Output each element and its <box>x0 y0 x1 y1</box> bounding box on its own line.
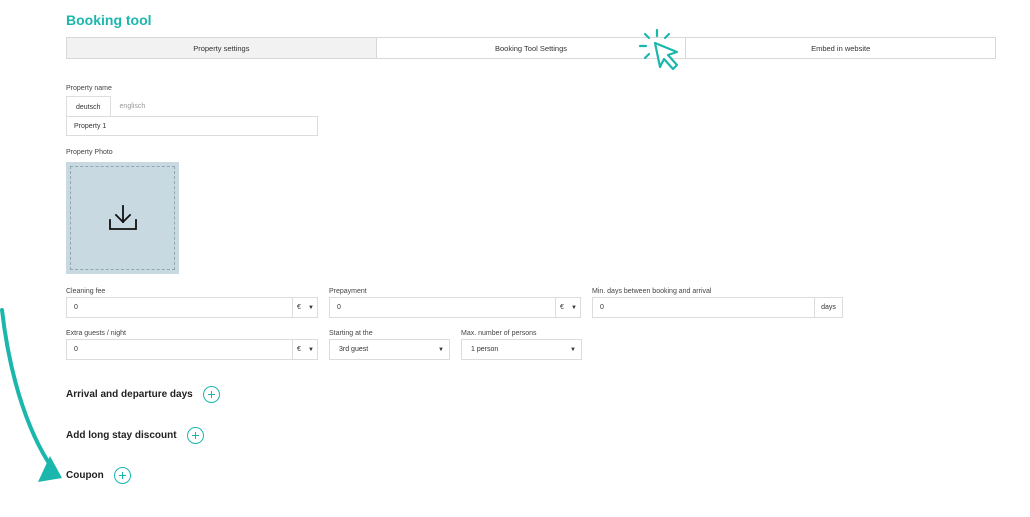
long-stay-title: Add long stay discount <box>66 429 177 441</box>
language-tabs: deutsch englisch <box>66 96 318 117</box>
max-persons-label: Max. number of persons <box>461 330 537 337</box>
add-long-stay-plus-icon[interactable] <box>186 426 204 444</box>
cleaning-fee-input[interactable]: 0 <box>66 297 293 318</box>
property-name-label: Property name <box>66 85 112 92</box>
max-persons-select[interactable]: 1 person ▼ <box>461 339 582 360</box>
prepayment-input[interactable]: 0 <box>329 297 556 318</box>
min-days-input[interactable]: 0 <box>592 297 815 318</box>
prepayment-label: Prepayment <box>329 288 367 295</box>
extra-guests-input[interactable]: 0 <box>66 339 293 360</box>
lang-tab-englisch[interactable]: englisch <box>111 96 155 116</box>
property-photo-label: Property Photo <box>66 149 113 156</box>
cleaning-fee-currency-select[interactable]: € ▼ <box>292 297 318 318</box>
starting-at-label: Starting at the <box>329 330 373 337</box>
add-arrival-departure-plus-icon[interactable] <box>202 385 220 403</box>
download-arrow-icon <box>109 205 137 230</box>
min-days-label: Min. days between booking and arrival <box>592 288 712 295</box>
page-title: Booking tool <box>66 12 152 28</box>
prepayment-currency-select[interactable]: € ▼ <box>555 297 581 318</box>
curved-arrow-icon <box>0 308 62 482</box>
pointer-cursor-icon <box>638 28 679 71</box>
property-name-input[interactable]: Property 1 <box>66 116 318 136</box>
cleaning-fee-label: Cleaning fee <box>66 288 106 295</box>
property-photo-dropzone[interactable] <box>66 162 179 274</box>
min-days-unit: days <box>814 297 843 318</box>
tab-bar: Property settings Booking Tool Settings … <box>66 37 997 59</box>
tab-embed-in-website[interactable]: Embed in website <box>685 38 997 58</box>
lang-tab-deutsch[interactable]: deutsch <box>66 96 111 117</box>
arrival-departure-section: Arrival and departure days <box>66 385 220 403</box>
extra-guests-currency-select[interactable]: € ▼ <box>292 339 318 360</box>
add-coupon-plus-icon[interactable] <box>113 466 131 484</box>
tab-property-settings[interactable]: Property settings <box>66 38 376 58</box>
starting-at-select[interactable]: 3rd guest ▼ <box>329 339 450 360</box>
long-stay-section: Add long stay discount <box>66 426 204 444</box>
arrival-departure-title: Arrival and departure days <box>66 388 193 400</box>
